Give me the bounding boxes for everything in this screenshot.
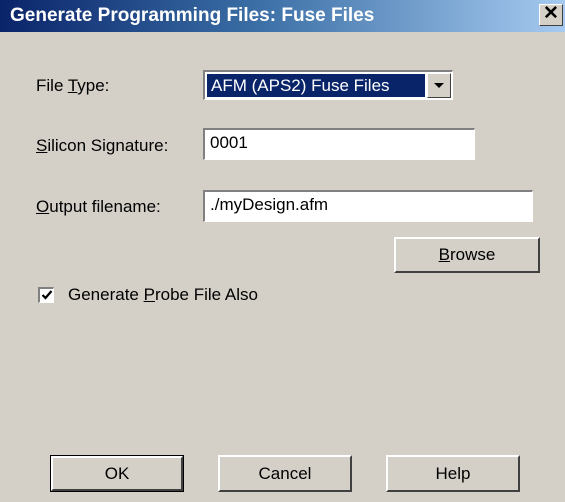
probe-file-label[interactable]: Generate Probe File Also <box>68 285 258 305</box>
dialog-title: Generate Programming Files: Fuse Files <box>10 5 375 26</box>
browse-button[interactable]: Browse <box>394 237 540 273</box>
fuse-files-dialog: Generate Programming Files: Fuse Files ✕… <box>0 0 565 502</box>
cancel-button[interactable]: Cancel <box>218 455 352 492</box>
help-button[interactable]: Help <box>386 455 520 492</box>
close-icon[interactable]: ✕ <box>539 4 563 26</box>
checkmark-icon <box>41 290 53 300</box>
file-type-selected-value: AFM (APS2) Fuse Files <box>207 74 425 97</box>
ok-button[interactable]: OK <box>50 455 184 492</box>
output-filename-input[interactable]: ./myDesign.afm <box>203 190 533 222</box>
probe-file-checkbox[interactable] <box>38 287 54 303</box>
file-type-dropdown[interactable]: AFM (APS2) Fuse Files <box>203 70 453 100</box>
file-type-label: File Type: <box>36 76 110 95</box>
ok-button-label: OK <box>104 464 130 483</box>
title-bar: Generate Programming Files: Fuse Files ✕ <box>0 0 565 32</box>
output-filename-label: Output filename: <box>36 197 161 216</box>
silicon-signature-label: Silicon Signature: <box>36 136 169 155</box>
silicon-signature-input[interactable]: 0001 <box>203 128 475 160</box>
chevron-down-icon[interactable] <box>427 73 451 98</box>
